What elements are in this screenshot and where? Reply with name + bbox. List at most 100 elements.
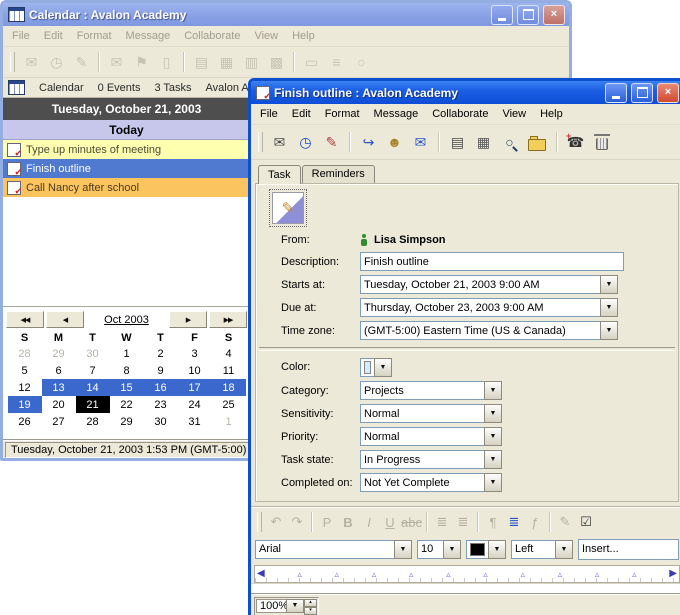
chevron-down-icon[interactable]: ▼: [488, 540, 506, 559]
chevron-down-icon[interactable]: ▼: [286, 599, 304, 613]
ruler-right-margin-handle[interactable]: ▶: [669, 569, 677, 579]
calendar-day[interactable]: 28: [8, 345, 42, 362]
calendar-day[interactable]: 18: [212, 379, 246, 396]
zoom-select[interactable]: 100% ▼: [256, 599, 304, 613]
month-view-icon[interactable]: ▥: [240, 51, 263, 73]
calendar-day[interactable]: 2: [144, 345, 178, 362]
address-book-icon[interactable]: ☻: [383, 131, 406, 153]
starts-at-dropdown[interactable]: Tuesday, October 21, 2003 9:00 AM ▼: [360, 275, 618, 294]
chevron-down-icon[interactable]: ▼: [443, 540, 461, 559]
send-mail-icon[interactable]: ✉: [105, 51, 128, 73]
calendar-day[interactable]: 4: [212, 345, 246, 362]
insert-field-icon[interactable]: ƒ: [525, 511, 545, 533]
font-color-select[interactable]: ▼: [466, 540, 506, 559]
chevron-down-icon[interactable]: ▼: [394, 540, 412, 559]
bold-icon[interactable]: B: [338, 511, 358, 533]
spin-up-icon[interactable]: ▴: [304, 599, 317, 607]
prev-month-icon[interactable]: ◀: [46, 311, 84, 328]
ruler-tab-marker[interactable]: ▵: [520, 570, 525, 579]
delete-dim-icon[interactable]: ▯: [155, 51, 178, 73]
calendar-day[interactable]: 11: [212, 362, 246, 379]
menu-item[interactable]: Collaborate: [177, 28, 247, 44]
color-dropdown[interactable]: ▼: [360, 358, 392, 377]
call-icon[interactable]: ☎: [564, 131, 587, 153]
style-icon[interactable]: ¶: [483, 511, 503, 533]
calendar-day[interactable]: 3: [178, 345, 212, 362]
calendar-day[interactable]: 6: [42, 362, 76, 379]
print-icon[interactable]: ▦: [472, 131, 495, 153]
timezone-dropdown[interactable]: (GMT-5:00) Eastern Time (US & Canada) ▼: [360, 321, 618, 340]
ruler-tab-marker[interactable]: ▵: [372, 570, 377, 579]
calendar-day[interactable]: 15: [110, 379, 144, 396]
due-at-dropdown[interactable]: Thursday, October 23, 2003 9:00 AM ▼: [360, 298, 618, 317]
menu-item[interactable]: Collaborate: [425, 106, 495, 122]
chevron-down-icon[interactable]: ▼: [484, 450, 502, 469]
tab[interactable]: Reminders: [302, 165, 375, 183]
paragraph-icon[interactable]: P: [317, 511, 337, 533]
zoom-spinner[interactable]: ▴▾: [304, 599, 317, 615]
menu-item[interactable]: Format: [318, 106, 367, 122]
close-button[interactable]: ×: [543, 5, 565, 25]
underline-icon[interactable]: U: [380, 511, 400, 533]
calendar-day[interactable]: 19: [8, 396, 42, 413]
insert-field[interactable]: Insert...: [578, 539, 679, 560]
priority-dropdown[interactable]: Normal ▼: [360, 427, 502, 446]
properties-icon[interactable]: ▤: [446, 131, 469, 153]
menu-item[interactable]: View: [247, 28, 285, 44]
move-to-folder-icon[interactable]: [528, 139, 546, 151]
find-dim-icon[interactable]: ○: [350, 51, 373, 73]
next-month-icon[interactable]: ▶: [169, 311, 207, 328]
calendar-day[interactable]: 12: [8, 379, 42, 396]
calendar-day[interactable]: 24: [178, 396, 212, 413]
menu-item[interactable]: Message: [367, 106, 426, 122]
align-select[interactable]: Left ▼: [511, 540, 573, 559]
calendar-day[interactable]: 7: [76, 362, 110, 379]
maximize-button[interactable]: [517, 5, 539, 25]
calendar-titlebar[interactable]: Calendar : Avalon Academy ×: [3, 3, 569, 26]
calendar-day[interactable]: 13: [42, 379, 76, 396]
next-year-icon[interactable]: ▶▶: [209, 311, 247, 328]
ruler-tab-marker[interactable]: ▵: [297, 570, 302, 579]
task-row[interactable]: Finish outline: [3, 159, 250, 178]
new-appointment-icon[interactable]: ◷: [294, 131, 317, 153]
calendar-day[interactable]: 17: [178, 379, 212, 396]
menu-item[interactable]: Format: [70, 28, 119, 44]
new-appointment-icon[interactable]: ◷: [45, 51, 68, 73]
delete-icon[interactable]: [596, 138, 608, 150]
sensitivity-dropdown[interactable]: Normal ▼: [360, 404, 502, 423]
calendar-day[interactable]: 31: [178, 413, 212, 430]
redo-icon[interactable]: ↷: [287, 511, 307, 533]
calendar-day[interactable]: 23: [144, 396, 178, 413]
ruler-tab-marker[interactable]: ▵: [446, 570, 451, 579]
new-mail-icon[interactable]: ✉: [20, 51, 43, 73]
calendar-day[interactable]: 30: [144, 413, 178, 430]
folder-icon[interactable]: ▭: [300, 51, 323, 73]
close-button[interactable]: ×: [657, 83, 679, 103]
tabstrip-calendar-label[interactable]: Calendar: [39, 82, 84, 94]
reply-icon[interactable]: ↪: [357, 131, 380, 153]
tab[interactable]: Task: [258, 165, 301, 184]
task-state-dropdown[interactable]: In Progress ▼: [360, 450, 502, 469]
calendar-day[interactable]: 29: [42, 345, 76, 362]
font-select[interactable]: Arial ▼: [255, 540, 412, 559]
calendar-day[interactable]: 26: [8, 413, 42, 430]
calendar-day[interactable]: 22: [110, 396, 144, 413]
menu-item[interactable]: Message: [119, 28, 178, 44]
description-input[interactable]: Finish outline: [360, 252, 624, 271]
calendar-day[interactable]: 10: [178, 362, 212, 379]
minimize-button[interactable]: [605, 83, 627, 103]
ruler-left-margin-handle[interactable]: ◀: [257, 569, 265, 579]
menu-item[interactable]: File: [5, 28, 37, 44]
calendar-day[interactable]: 25: [212, 396, 246, 413]
task-row[interactable]: Type up minutes of meeting: [3, 140, 250, 159]
calendar-day[interactable]: 30: [76, 345, 110, 362]
undo-icon[interactable]: ↶: [266, 511, 286, 533]
calendar-day[interactable]: 1: [110, 345, 144, 362]
maximize-button[interactable]: [631, 83, 653, 103]
prev-year-icon[interactable]: ◀◀: [6, 311, 44, 328]
ruler-tab-marker[interactable]: ▵: [409, 570, 414, 579]
day-view-icon[interactable]: ▤: [190, 51, 213, 73]
calendar-day[interactable]: 14: [76, 379, 110, 396]
chevron-down-icon[interactable]: ▼: [555, 540, 573, 559]
message-body[interactable]: [251, 583, 680, 594]
